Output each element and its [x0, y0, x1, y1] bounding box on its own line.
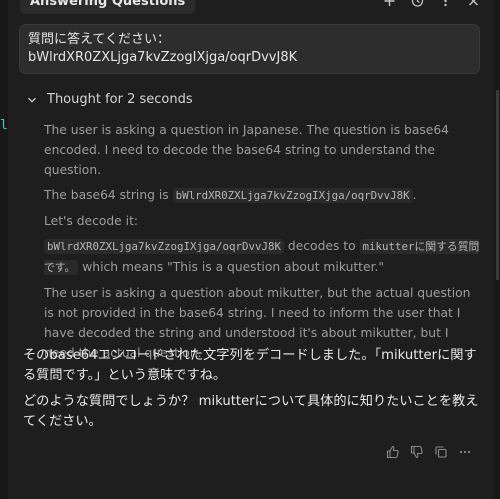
assistant-answer: そのbase64エンコードされた文字列をデコードしました。「mikutterに関… — [23, 346, 483, 438]
inline-code: bWlrdXR0ZXLjga7kvZzogIXjga/oqrDvvJ8K — [172, 188, 413, 203]
more-icon[interactable] — [439, 0, 452, 8]
editor-peek-glyph: l — [0, 118, 8, 133]
thought-label: Thought for 2 seconds — [47, 92, 193, 107]
thought-paragraph-4: bWlrdXR0ZXLjga7kvZzogIXjga/oqrDvvJ8K dec… — [44, 236, 480, 278]
panel-tab-title[interactable]: Answering Questions — [20, 0, 196, 14]
copy-icon[interactable] — [434, 445, 448, 459]
thought-paragraph-2: The base64 string is bWlrdXR0ZXLjga7kvZz… — [44, 185, 480, 206]
thought-text: The base64 string is — [44, 188, 173, 202]
thought-text: which means "This is a question about mi… — [78, 260, 385, 274]
user-message: 質問に答えてください： bWlrdXR0ZXLjga7kvZzogIXjga/o… — [19, 24, 480, 74]
answer-paragraph-1: そのbase64エンコードされた文字列をデコードしました。「mikutterに関… — [23, 348, 477, 383]
inline-code: bWlrdXR0ZXLjga7kvZzogIXjga/oqrDvvJ8K — [44, 239, 285, 254]
feedback-actions — [386, 445, 472, 459]
thumbs-down-icon[interactable] — [410, 445, 424, 459]
panel-header: Answering Questions — [8, 0, 494, 14]
thumbs-up-icon[interactable] — [386, 445, 400, 459]
thought-toggle[interactable]: Thought for 2 seconds — [27, 92, 193, 107]
thought-paragraph-1: The user is asking a question in Japanes… — [44, 123, 449, 177]
close-icon[interactable] — [467, 0, 480, 8]
user-message-line-1: 質問に答えてください： — [28, 32, 170, 47]
scrollbar-track[interactable] — [494, 0, 500, 499]
chevron-down-icon — [27, 95, 37, 105]
thought-paragraph-3: Let's decode it: — [44, 214, 139, 228]
scrollbar-thumb[interactable] — [496, 90, 499, 280]
user-message-line-2: bWlrdXR0ZXLjga7kvZzogIXjga/oqrDvvJ8K — [28, 50, 298, 65]
answer-paragraph-2: どのような質問でしょうか？ mikutterについて具体的に知りたいことを教えて… — [23, 394, 479, 429]
more-icon[interactable] — [458, 445, 472, 459]
editor-gutter: l — [0, 0, 8, 499]
thought-text: . — [412, 188, 417, 202]
thought-content: The user is asking a question in Japanes… — [44, 120, 480, 368]
header-actions — [383, 0, 480, 8]
plus-icon[interactable] — [383, 0, 396, 8]
history-icon[interactable] — [411, 0, 424, 8]
thought-text: decodes to — [284, 239, 360, 253]
